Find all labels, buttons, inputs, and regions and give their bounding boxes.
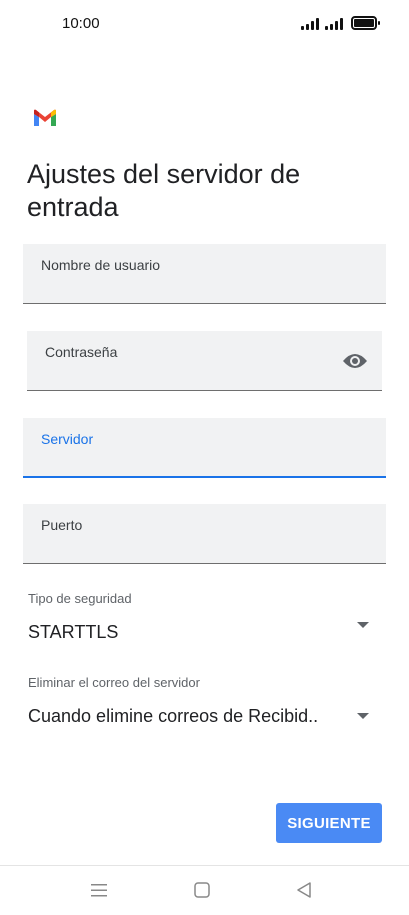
port-field[interactable]: Puerto [23, 504, 386, 564]
security-type-caption: Tipo de seguridad [28, 591, 132, 606]
delete-policy-select[interactable]: Cuando elimine correos de Recibid.. [28, 706, 318, 727]
security-type-select[interactable]: STARTTLS [28, 622, 118, 643]
signal-icon [301, 18, 319, 30]
server-field[interactable]: Servidor [23, 418, 386, 478]
home-icon[interactable] [191, 880, 213, 900]
username-label: Nombre de usuario [41, 257, 161, 273]
username-field[interactable]: Nombre de usuario [23, 244, 386, 304]
gmail-logo [34, 109, 56, 126]
eye-icon[interactable] [342, 352, 368, 370]
password-field[interactable]: Contraseña [27, 331, 382, 391]
navigation-bar [0, 865, 409, 915]
status-time: 10:00 [62, 15, 100, 32]
delete-policy-caption: Eliminar el correo del servidor [28, 675, 200, 690]
chevron-down-icon[interactable] [357, 713, 369, 719]
page-title: Ajustes del servidor de entrada [27, 159, 301, 222]
next-button[interactable]: SIGUIENTE [276, 803, 382, 843]
battery-icon [351, 16, 380, 30]
password-label: Contraseña [45, 344, 118, 360]
status-icons [301, 16, 380, 30]
port-label: Puerto [41, 517, 83, 533]
menu-icon[interactable] [88, 880, 110, 900]
chevron-down-icon[interactable] [357, 622, 369, 628]
signal-icon [325, 18, 343, 30]
back-icon[interactable] [293, 880, 315, 900]
status-bar: 10:00 [0, 0, 409, 48]
server-label: Servidor [41, 431, 94, 447]
